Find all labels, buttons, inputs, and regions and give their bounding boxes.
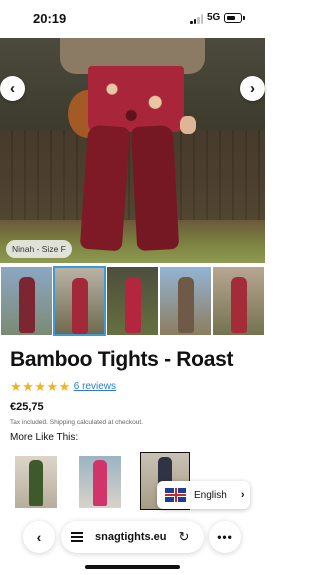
thumbnail-4[interactable]: [159, 266, 212, 336]
thumbnail-model: [71, 278, 88, 334]
thumbnail-model: [18, 277, 35, 333]
tax-shipping-note: Tax included. Shipping calculated at che…: [10, 419, 143, 426]
thumbnail-model: [124, 277, 141, 333]
product-title: Bamboo Tights - Roast: [10, 348, 234, 371]
thumbnail-model: [177, 277, 194, 333]
browser-toolbar: ‹ snagtights.eu ↻ •••: [0, 519, 265, 555]
url-text: snagtights.eu: [95, 531, 167, 543]
product-rating: ★ ★ ★ ★ ★ 6 reviews: [10, 379, 116, 393]
star-icon: ★: [58, 378, 71, 394]
chevron-left-icon: ‹: [36, 529, 42, 545]
chevron-right-icon: ›: [240, 489, 245, 501]
thumbnail-model: [230, 277, 247, 333]
recommended-model: [29, 460, 43, 506]
recommended-product-2[interactable]: [79, 456, 121, 508]
home-indicator: [85, 565, 180, 569]
model-shorts: [88, 66, 184, 132]
tabs-icon[interactable]: [71, 532, 83, 542]
model-leg-right: [130, 124, 180, 252]
reload-icon[interactable]: ↻: [179, 529, 190, 545]
next-image-button[interactable]: ›: [240, 76, 265, 101]
model-hand: [180, 116, 196, 134]
recommended-product-1[interactable]: [15, 456, 57, 508]
language-label: English: [194, 489, 227, 501]
thumbnail-1[interactable]: [0, 266, 53, 336]
reviews-link[interactable]: 6 reviews: [74, 381, 116, 392]
battery-icon: [224, 13, 242, 23]
thumbnail-3[interactable]: [106, 266, 159, 336]
network-type: 5G: [207, 12, 221, 23]
more-icon: •••: [217, 530, 233, 544]
thumbnail-2-selected[interactable]: [53, 266, 106, 336]
address-bar[interactable]: snagtights.eu ↻: [61, 521, 204, 553]
language-switcher[interactable]: English ›: [157, 481, 250, 509]
model-leg-left: [79, 124, 131, 252]
uk-flag-icon: [165, 488, 186, 502]
battery-tip: [243, 16, 245, 20]
chevron-right-icon: ›: [250, 80, 255, 97]
star-icon: ★: [10, 378, 22, 394]
browser-more-button[interactable]: •••: [209, 521, 241, 553]
star-icon: ★: [22, 378, 34, 394]
status-time: 20:19: [33, 11, 67, 26]
star-icon: ★: [34, 378, 46, 394]
image-caption: Ninah - Size F: [6, 240, 72, 258]
recommendations-heading: More Like This:: [10, 432, 79, 443]
star-icon: ★: [46, 378, 59, 394]
product-main-image[interactable]: [0, 38, 265, 263]
thumbnail-5[interactable]: [212, 266, 265, 336]
chevron-left-icon: ‹: [10, 80, 15, 97]
thumbnail-gallery: [0, 266, 265, 336]
browser-back-button[interactable]: ‹: [23, 521, 55, 553]
previous-image-button[interactable]: ‹: [0, 76, 25, 101]
product-price: €25,75: [10, 401, 44, 413]
status-bar: 20:19 5G: [0, 0, 265, 38]
recommended-model: [93, 460, 107, 506]
cellular-signal-icon: [190, 14, 204, 24]
